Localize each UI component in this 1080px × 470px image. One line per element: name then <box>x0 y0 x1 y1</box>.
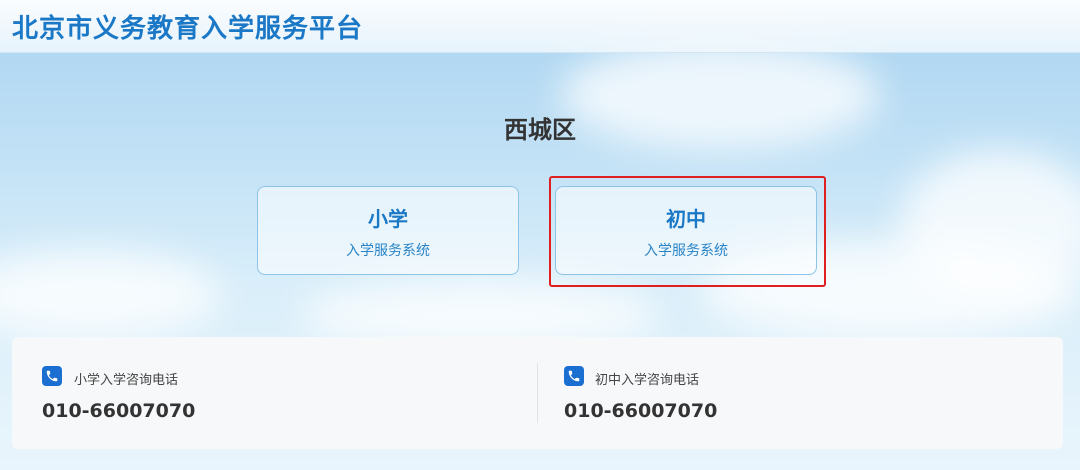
contact-phone-number: 010-66007070 <box>564 400 718 422</box>
primary-school-entry[interactable]: 小学 入学服务系统 <box>257 186 519 275</box>
entry-title: 小学 <box>368 207 408 231</box>
phone-icon <box>564 366 584 386</box>
contact-phone-number: 010-66007070 <box>42 400 196 422</box>
contact-panel: 小学入学咨询电话 010-66007070 初中入学咨询电话 010-66007… <box>12 337 1063 449</box>
background-cloud <box>0 250 220 340</box>
divider <box>537 363 538 423</box>
district-title: 西城区 <box>504 116 576 144</box>
middle-contact: 初中入学咨询电话 010-66007070 <box>550 337 1063 449</box>
entry-subtitle: 入学服务系统 <box>346 243 430 259</box>
selection-highlight-box <box>549 176 826 287</box>
contact-label: 小学入学咨询电话 <box>74 373 179 388</box>
contact-label: 初中入学咨询电话 <box>595 373 700 388</box>
phone-icon <box>42 366 62 386</box>
primary-contact: 小学入学咨询电话 010-66007070 <box>12 337 537 449</box>
header: 北京市义务教育入学服务平台 <box>0 0 1080 53</box>
site-title[interactable]: 北京市义务教育入学服务平台 <box>12 8 363 45</box>
